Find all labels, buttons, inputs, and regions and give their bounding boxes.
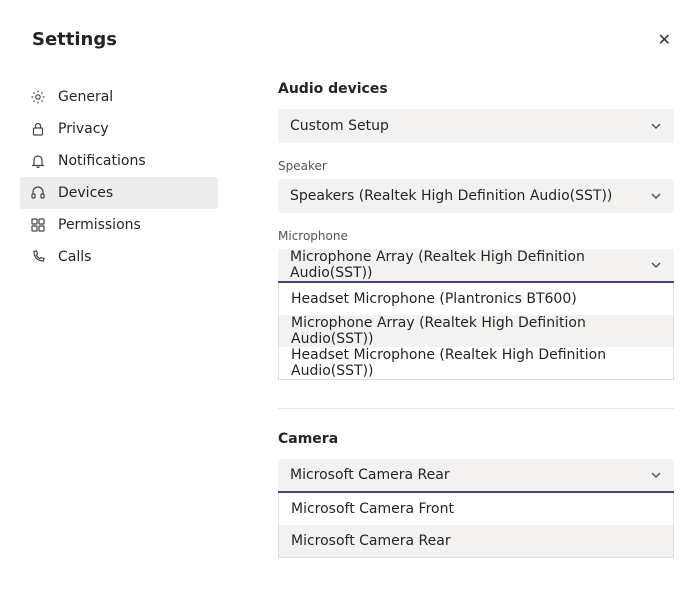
camera-heading: Camera <box>278 431 679 447</box>
camera-value: Microsoft Camera Rear <box>290 467 450 483</box>
microphone-option[interactable]: Microphone Array (Realtek High Definitio… <box>279 315 673 347</box>
gear-icon <box>30 89 46 105</box>
sidebar-item-label: Notifications <box>58 153 146 169</box>
audio-devices-heading: Audio devices <box>278 81 679 97</box>
audio-device-value: Custom Setup <box>290 118 389 134</box>
apps-icon <box>30 217 46 233</box>
sidebar-item-label: Devices <box>58 185 113 201</box>
sidebar-item-devices[interactable]: Devices <box>20 177 218 209</box>
settings-sidebar: General Privacy Notifications Devices Pe <box>0 63 218 558</box>
microphone-dropdown: Headset Microphone (Plantronics BT600) M… <box>278 283 674 380</box>
sidebar-item-notifications[interactable]: Notifications <box>20 145 218 177</box>
microphone-value: Microphone Array (Realtek High Definitio… <box>290 249 650 281</box>
audio-device-select[interactable]: Custom Setup <box>278 109 674 143</box>
lock-icon <box>30 121 46 137</box>
chevron-down-icon <box>650 120 662 132</box>
camera-select[interactable]: Microsoft Camera Rear <box>278 459 674 493</box>
camera-option[interactable]: Microsoft Camera Rear <box>279 525 673 557</box>
chevron-down-icon <box>650 469 662 481</box>
microphone-label: Microphone <box>278 229 679 243</box>
settings-content: Audio devices Custom Setup Speaker Speak… <box>218 63 699 558</box>
speaker-label: Speaker <box>278 159 679 173</box>
bell-icon <box>30 153 46 169</box>
headset-icon <box>30 185 46 201</box>
speaker-value: Speakers (Realtek High Definition Audio(… <box>290 188 612 204</box>
section-divider <box>278 408 674 409</box>
chevron-down-icon <box>650 190 662 202</box>
sidebar-item-label: Privacy <box>58 121 109 137</box>
page-title: Settings <box>32 29 117 50</box>
close-button[interactable]: ✕ <box>650 26 679 53</box>
camera-dropdown: Microsoft Camera Front Microsoft Camera … <box>278 493 674 558</box>
speaker-select[interactable]: Speakers (Realtek High Definition Audio(… <box>278 179 674 213</box>
chevron-down-icon <box>650 259 662 271</box>
microphone-option[interactable]: Headset Microphone (Realtek High Definit… <box>279 347 673 379</box>
sidebar-item-permissions[interactable]: Permissions <box>20 209 218 241</box>
sidebar-item-label: General <box>58 89 113 105</box>
sidebar-item-general[interactable]: General <box>20 81 218 113</box>
microphone-option[interactable]: Headset Microphone (Plantronics BT600) <box>279 283 673 315</box>
sidebar-item-label: Permissions <box>58 217 141 233</box>
phone-icon <box>30 249 46 265</box>
camera-option[interactable]: Microsoft Camera Front <box>279 493 673 525</box>
microphone-select[interactable]: Microphone Array (Realtek High Definitio… <box>278 249 674 283</box>
sidebar-item-label: Calls <box>58 249 91 265</box>
sidebar-item-privacy[interactable]: Privacy <box>20 113 218 145</box>
sidebar-item-calls[interactable]: Calls <box>20 241 218 273</box>
